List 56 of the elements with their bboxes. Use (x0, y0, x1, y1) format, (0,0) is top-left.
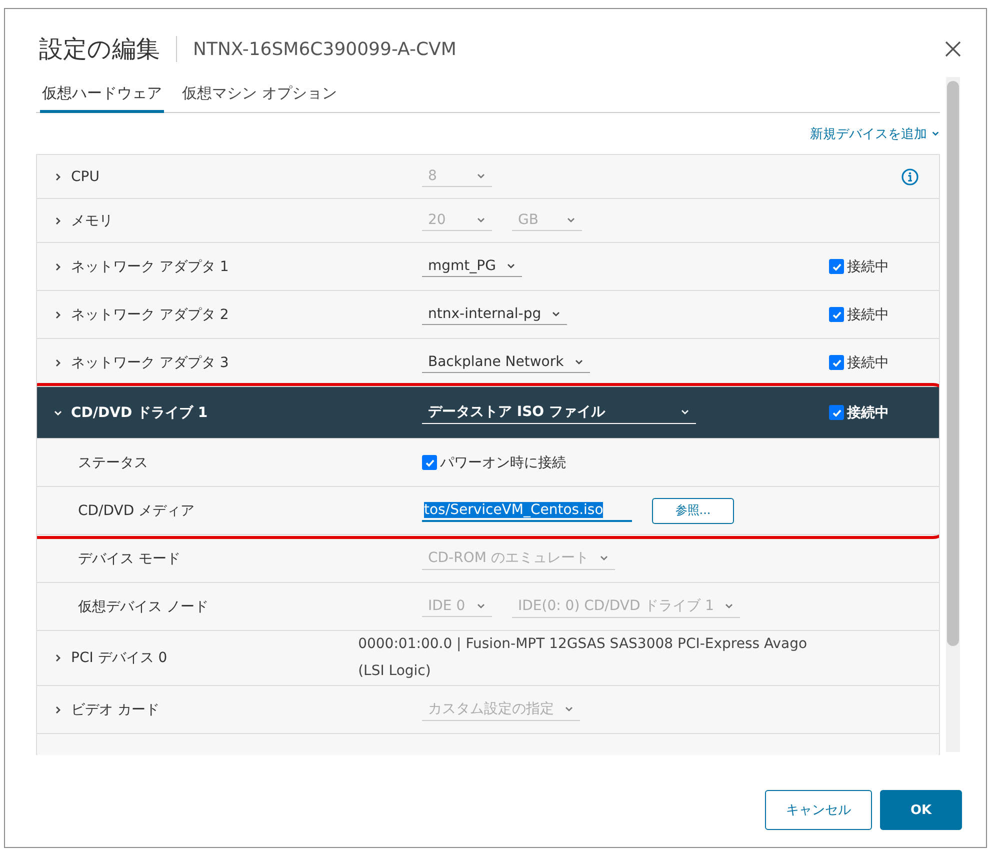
vm-name: NTNX-16SM6C390099-A-CVM (193, 38, 456, 60)
chevron-icon[interactable] (53, 653, 63, 663)
device-label: PCI デバイス 0 (71, 649, 168, 667)
chevron-icon[interactable] (53, 310, 63, 320)
caret-icon (724, 601, 734, 611)
checkbox[interactable]: 接続中 (829, 354, 889, 372)
setting-label: 仮想デバイス ノード (77, 598, 210, 616)
device-label: ビデオ カード (71, 700, 160, 718)
chevron-icon[interactable] (53, 704, 63, 714)
caret-icon (564, 704, 574, 714)
checkbox[interactable]: 接続中 (829, 404, 889, 422)
chevron-icon[interactable] (53, 262, 63, 272)
setting-label: デバイス モード (77, 550, 182, 568)
cancel-button[interactable]: キャンセル (765, 790, 872, 830)
device-row[interactable]: PCI デバイス 0 0000:01:00.0 | Fusion-MPT 12GSAS SAS3008 PCI-Express Avago (LSI Logic) (37, 631, 939, 686)
add-device-link[interactable]: 新規デバイスを追加 (810, 124, 940, 142)
device-label: メモリ (71, 212, 113, 230)
tab[interactable]: 仮想マシン オプション (180, 77, 339, 113)
device-label: ネットワーク アダプタ 3 (71, 354, 229, 372)
checkbox[interactable]: パワーオン時に接続 (422, 454, 566, 472)
info-icon[interactable] (901, 168, 919, 186)
dialog-title: 設定の編集 (39, 34, 160, 65)
device-row[interactable]: ネットワーク アダプタ 2 ntnx-internal-pg 接続中 (37, 291, 939, 339)
device-label: ネットワーク アダプタ 2 (71, 306, 229, 324)
caret-icon (931, 129, 940, 138)
device-description: 0000:01:00.0 | Fusion-MPT 12GSAS SAS3008 PCI-Express Avago (LSI Logic) (358, 635, 808, 681)
caret-icon (476, 215, 486, 225)
caret-icon (598, 553, 609, 563)
caret-icon (680, 407, 690, 417)
device-label: CPU (71, 168, 100, 184)
dropdown[interactable]: Backplane Network (422, 352, 590, 373)
scrollbar-thumb[interactable] (947, 81, 959, 646)
dropdown[interactable]: mgmt_PG (422, 256, 522, 277)
dropdown[interactable]: データストア ISO ファイル (422, 401, 696, 424)
chevron-icon[interactable] (53, 358, 63, 368)
device-label: ネットワーク アダプタ 1 (71, 258, 229, 276)
ok-button[interactable]: OK (880, 790, 962, 830)
chevron-icon[interactable] (53, 172, 63, 182)
device-label: CD/DVD ドライブ 1 (71, 404, 208, 422)
caret-icon (476, 171, 486, 181)
close-icon[interactable] (944, 40, 962, 58)
checkbox[interactable]: 接続中 (829, 306, 889, 324)
device-row[interactable]: CD/DVD ドライブ 1 データストア ISO ファイル 接続中 (37, 387, 939, 439)
setting-label: ステータス (77, 454, 149, 472)
setting-label: CD/DVD メディア (77, 502, 196, 520)
caret-icon (476, 601, 486, 611)
tab[interactable]: 仮想ハードウェア (40, 77, 164, 113)
caret-icon (551, 309, 562, 319)
caret-icon (566, 215, 576, 225)
caret-icon (574, 357, 584, 367)
browse-button[interactable]: 参照... (652, 498, 734, 524)
device-row[interactable]: ネットワーク アダプタ 1 mgmt_PG 接続中 (37, 243, 939, 291)
dropdown[interactable]: ntnx-internal-pg (422, 304, 568, 325)
checkbox[interactable]: 接続中 (829, 258, 889, 276)
chevron-icon[interactable] (53, 216, 63, 226)
caret-icon (506, 261, 516, 271)
